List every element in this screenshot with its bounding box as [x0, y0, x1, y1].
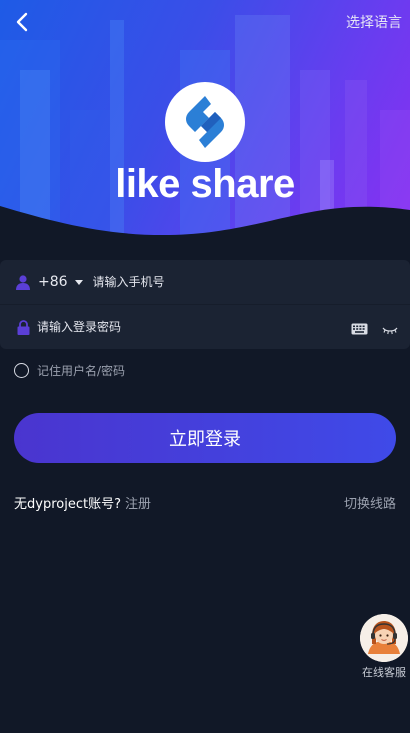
phone-input[interactable] [92, 275, 353, 289]
service-agent-avatar-icon [360, 614, 408, 662]
register-link[interactable]: 注册 [125, 493, 151, 512]
remember-label: 记住用户名/密码 [37, 364, 126, 378]
lock-icon [15, 319, 31, 335]
switch-line-link[interactable]: 切换线路 [344, 493, 396, 512]
remember-me-option[interactable]: 记住用户名/密码 [14, 362, 125, 379]
login-button[interactable]: 立即登录 [14, 413, 396, 463]
logo-mark-icon [186, 96, 224, 148]
brand-name: like share [115, 162, 295, 206]
password-input[interactable] [37, 320, 327, 334]
login-fields: +86 [0, 260, 410, 349]
language-select-button[interactable]: 选择语言 [346, 12, 402, 32]
password-row [0, 305, 410, 349]
keyboard-icon[interactable] [351, 320, 368, 339]
online-service-label: 在线客服 [362, 666, 406, 679]
chevron-left-icon [16, 12, 28, 32]
eye-closed-icon[interactable] [382, 321, 398, 340]
remember-radio[interactable] [14, 363, 29, 378]
online-service-button[interactable]: 在线客服 [358, 614, 410, 684]
country-code-value: +86 [38, 274, 68, 290]
hero-banner: 选择语言 like share [0, 0, 410, 250]
country-code-select[interactable]: +86 [38, 274, 83, 290]
back-button[interactable] [8, 8, 36, 36]
no-account-text: 无dyproject账号? [14, 497, 121, 512]
phone-row: +86 [0, 260, 410, 304]
caret-down-icon [74, 279, 83, 285]
no-account-prompt: 无dyproject账号? 注册 [14, 493, 151, 512]
app-logo [165, 82, 245, 162]
user-icon [15, 274, 31, 290]
